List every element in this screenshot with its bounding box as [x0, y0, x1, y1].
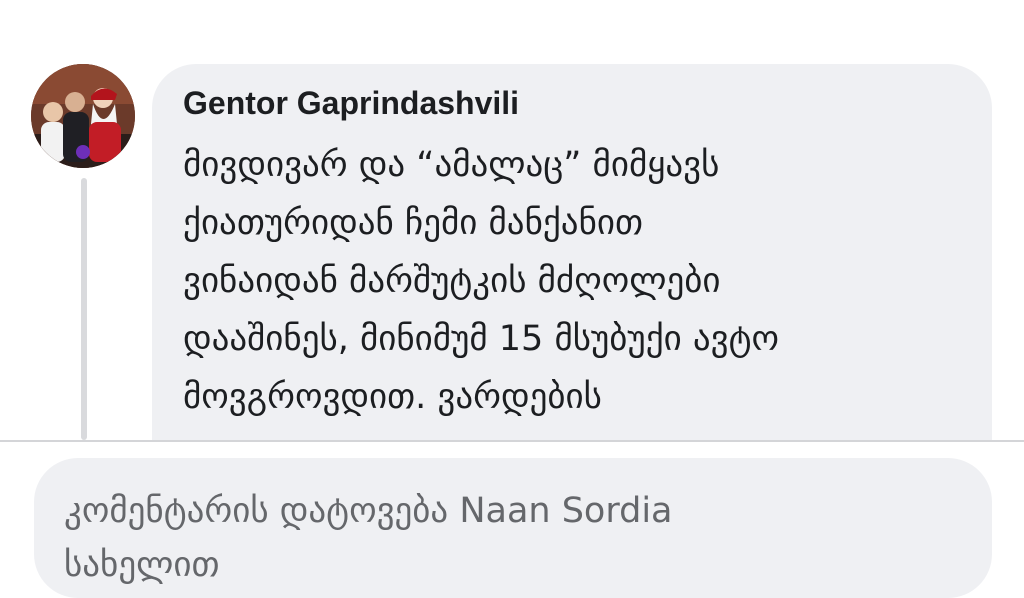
comment-author-name[interactable]: Gentor Gaprindashvili: [183, 84, 519, 122]
reply-placeholder: კომენტარის დატოვება Naan Sordia სახელით: [64, 491, 673, 585]
thread-line: [81, 178, 87, 440]
avatar-photo-icon: [31, 64, 135, 168]
comment-text: მივდივარ და “ამალაც” მიმყავს ქიათურიდან …: [183, 145, 780, 417]
avatar[interactable]: [31, 64, 135, 168]
